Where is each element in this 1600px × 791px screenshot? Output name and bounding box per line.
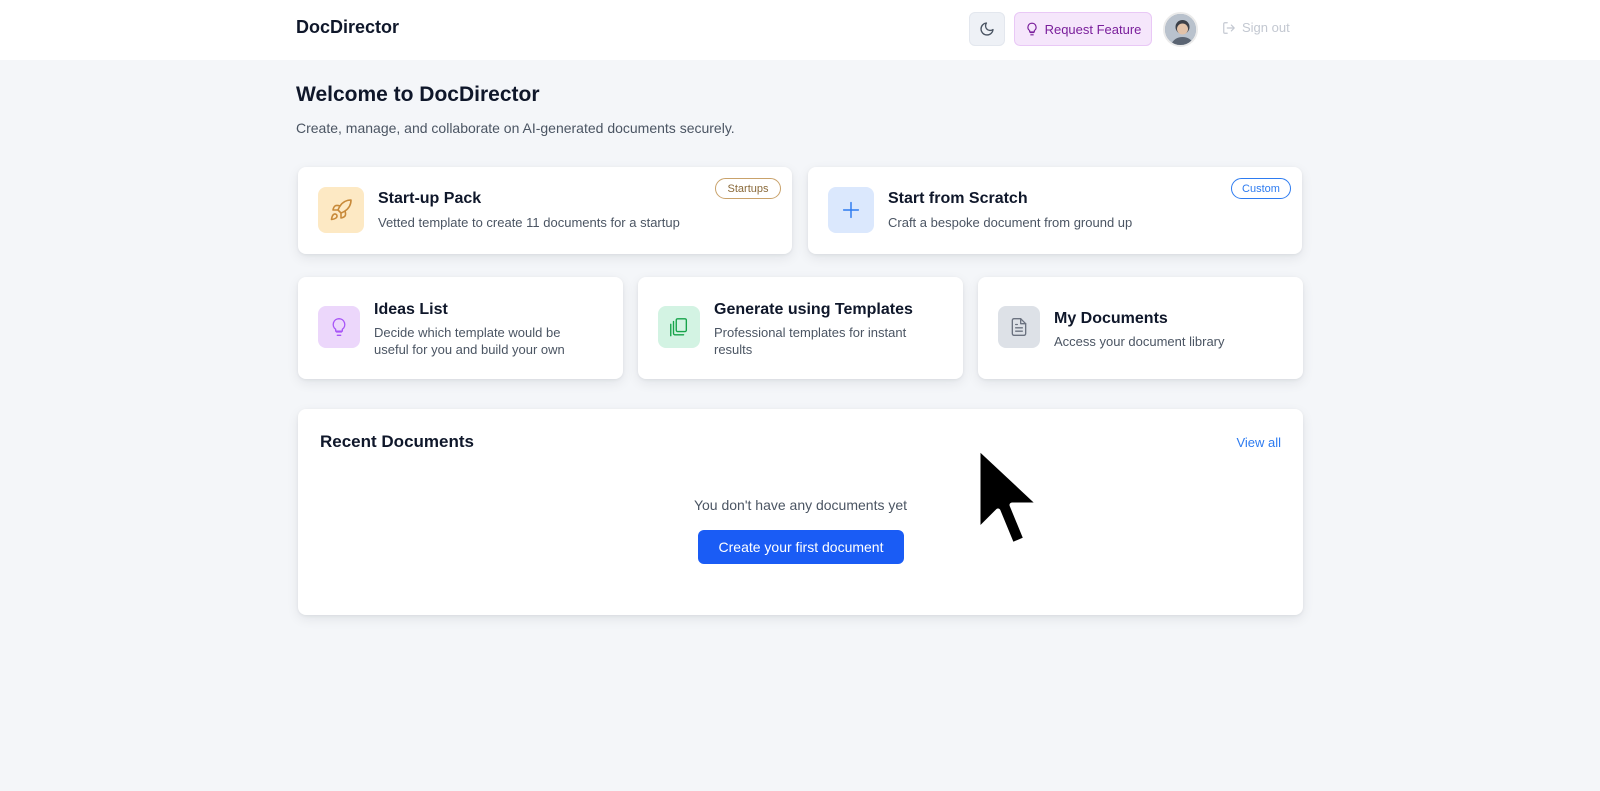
request-feature-button[interactable]: Request Feature xyxy=(1014,12,1152,46)
recent-documents-panel: Recent Documents View all You don't have… xyxy=(298,409,1303,615)
rocket-icon xyxy=(330,199,352,221)
sign-out-button[interactable]: Sign out xyxy=(1222,20,1290,35)
files-icon xyxy=(670,318,688,337)
ideas-list-card[interactable]: Ideas List Decide which template would b… xyxy=(298,277,623,379)
request-feature-label: Request Feature xyxy=(1044,21,1142,37)
startup-pack-desc: Vetted template to create 11 documents f… xyxy=(378,215,680,230)
generate-templates-desc: Professional templates for instant resul… xyxy=(714,325,907,357)
generate-templates-title: Generate using Templates xyxy=(714,301,913,318)
moon-icon xyxy=(980,22,994,36)
top-bar: DocDirector Request Feature Sign out xyxy=(0,0,1600,60)
startup-pack-card[interactable]: Start-up Pack Vetted template to create … xyxy=(298,167,792,254)
lightbulb-icon xyxy=(332,318,346,336)
my-documents-title: My Documents xyxy=(1054,310,1168,327)
avatar[interactable] xyxy=(1163,12,1198,47)
my-documents-card[interactable]: My Documents Access your document librar… xyxy=(978,277,1303,379)
my-documents-desc: Access your document library xyxy=(1054,334,1225,349)
brand-logo[interactable]: DocDirector xyxy=(296,17,399,38)
start-from-scratch-desc: Craft a bespoke document from ground up xyxy=(888,215,1133,230)
startup-pack-title: Start-up Pack xyxy=(378,190,482,207)
start-from-scratch-card[interactable]: Start from Scratch Craft a bespoke docum… xyxy=(808,167,1302,254)
empty-state-text: You don't have any documents yet xyxy=(693,497,908,513)
document-icon xyxy=(1011,318,1027,336)
view-all-link[interactable]: View all xyxy=(1236,435,1281,450)
ideas-list-title: Ideas List xyxy=(374,301,448,318)
logout-icon xyxy=(1223,21,1235,34)
plus-icon xyxy=(842,201,860,219)
generate-templates-card[interactable]: Generate using Templates Professional te… xyxy=(638,277,963,379)
startup-icon-box xyxy=(318,187,364,233)
start-from-scratch-title: Start from Scratch xyxy=(888,190,1028,207)
custom-badge: Custom xyxy=(1231,178,1291,199)
scratch-icon-box xyxy=(828,187,874,233)
sign-out-label: Sign out xyxy=(1242,20,1290,35)
startups-badge: Startups xyxy=(715,178,781,199)
mouse-cursor-icon xyxy=(975,444,1043,548)
templates-icon-box xyxy=(658,306,700,348)
lightbulb-icon xyxy=(1026,22,1037,36)
user-avatar-icon xyxy=(1165,14,1196,45)
theme-toggle-button[interactable] xyxy=(969,12,1005,46)
ideas-list-desc: Decide which template would be useful fo… xyxy=(374,325,565,357)
page-subtitle: Create, manage, and collaborate on AI-ge… xyxy=(296,120,735,136)
page-title: Welcome to DocDirector xyxy=(296,83,540,106)
recent-documents-title: Recent Documents xyxy=(320,432,474,451)
mydocs-icon-box xyxy=(998,306,1040,348)
ideas-icon-box xyxy=(318,306,360,348)
create-first-document-button[interactable]: Create your first document xyxy=(698,530,904,564)
